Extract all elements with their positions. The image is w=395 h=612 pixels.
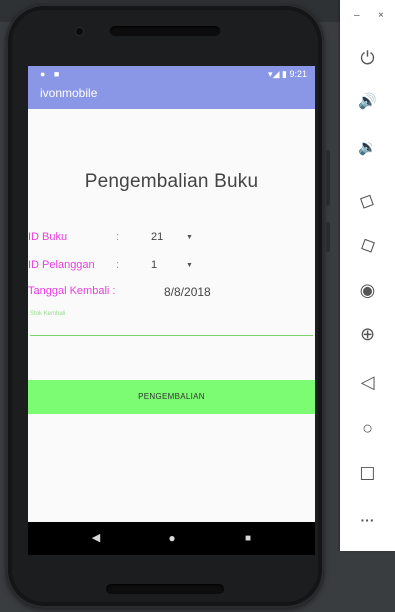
home-icon[interactable]: ○ bbox=[340, 418, 395, 439]
volume-key bbox=[326, 150, 330, 206]
back-icon[interactable]: ◁ bbox=[340, 372, 395, 393]
app-title: ivonmobile bbox=[40, 86, 98, 100]
close-button[interactable]: × bbox=[378, 10, 384, 21]
app-bar: ivonmobile bbox=[28, 83, 315, 109]
bottom-speaker bbox=[106, 584, 224, 594]
id-pelanggan-separator: : bbox=[116, 259, 120, 271]
status-bar: ● ■ ▾◢ ▮ 9:21 bbox=[28, 66, 315, 83]
zoom-icon[interactable]: ⊕ bbox=[340, 324, 395, 345]
top-speaker bbox=[110, 26, 220, 36]
stok-kembali-input[interactable]: Stok Kembali bbox=[28, 301, 315, 339]
input-underline bbox=[30, 335, 313, 336]
more-icon[interactable]: ··· bbox=[340, 512, 395, 528]
minimize-button[interactable]: – bbox=[354, 10, 360, 21]
status-notification-icons: ● ■ bbox=[40, 69, 63, 79]
id-pelanggan-value: 1 bbox=[151, 259, 158, 271]
form-content: Pengembalian Buku ID Buku : 21 ▼ ID Pela… bbox=[28, 109, 315, 532]
nav-back-icon[interactable]: ◀ bbox=[86, 522, 106, 555]
nav-home-icon[interactable]: ● bbox=[162, 522, 182, 555]
rotate-right-icon[interactable]: ◇ bbox=[337, 222, 395, 268]
device-screen: ● ■ ▾◢ ▮ 9:21 ivonmobile Pengembalian Bu… bbox=[28, 66, 315, 555]
pengembalian-button[interactable]: PENGEMBALIAN bbox=[28, 380, 315, 414]
nav-recents-icon[interactable]: ■ bbox=[238, 522, 258, 555]
chevron-down-icon: ▼ bbox=[186, 234, 193, 241]
camera-icon[interactable]: ◉ bbox=[340, 280, 395, 301]
front-camera bbox=[76, 28, 83, 35]
id-pelanggan-spinner[interactable]: 1 ▼ bbox=[146, 255, 206, 275]
id-buku-separator: : bbox=[116, 231, 120, 243]
power-key bbox=[326, 222, 330, 252]
volume-up-icon[interactable]: 🔊 bbox=[340, 92, 395, 110]
rotate-left-icon[interactable]: ◇ bbox=[337, 178, 395, 224]
status-time: 9:21 bbox=[289, 69, 307, 79]
phone-frame: ● ■ ▾◢ ▮ 9:21 ivonmobile Pengembalian Bu… bbox=[6, 4, 324, 608]
page-title: Pengembalian Buku bbox=[84, 171, 259, 192]
tanggal-kembali-label: Tanggal Kembali : bbox=[28, 285, 116, 297]
id-buku-label: ID Buku bbox=[28, 231, 68, 243]
id-buku-value: 21 bbox=[151, 231, 164, 243]
id-pelanggan-label: ID Pelanggan bbox=[28, 259, 95, 271]
overview-icon[interactable]: ☐ bbox=[340, 464, 395, 485]
emulator-toolbar: – × ⏻ 🔊 🔉 ◇ ◇ ◉ ⊕ ◁ ○ ☐ ··· bbox=[340, 0, 395, 551]
volume-down-icon[interactable]: 🔉 bbox=[340, 138, 395, 156]
navigation-bar: ◀ ● ■ bbox=[28, 522, 315, 555]
id-buku-spinner[interactable]: 21 ▼ bbox=[146, 227, 206, 247]
power-icon[interactable]: ⏻ bbox=[340, 48, 395, 69]
tanggal-kembali-value[interactable]: 8/8/2018 bbox=[164, 285, 211, 299]
chevron-down-icon: ▼ bbox=[186, 262, 193, 269]
signal-battery-icon: ▾◢ ▮ bbox=[268, 69, 287, 79]
status-right: ▾◢ ▮ 9:21 bbox=[268, 69, 307, 80]
stok-kembali-hint: Stok Kembali bbox=[30, 311, 66, 317]
